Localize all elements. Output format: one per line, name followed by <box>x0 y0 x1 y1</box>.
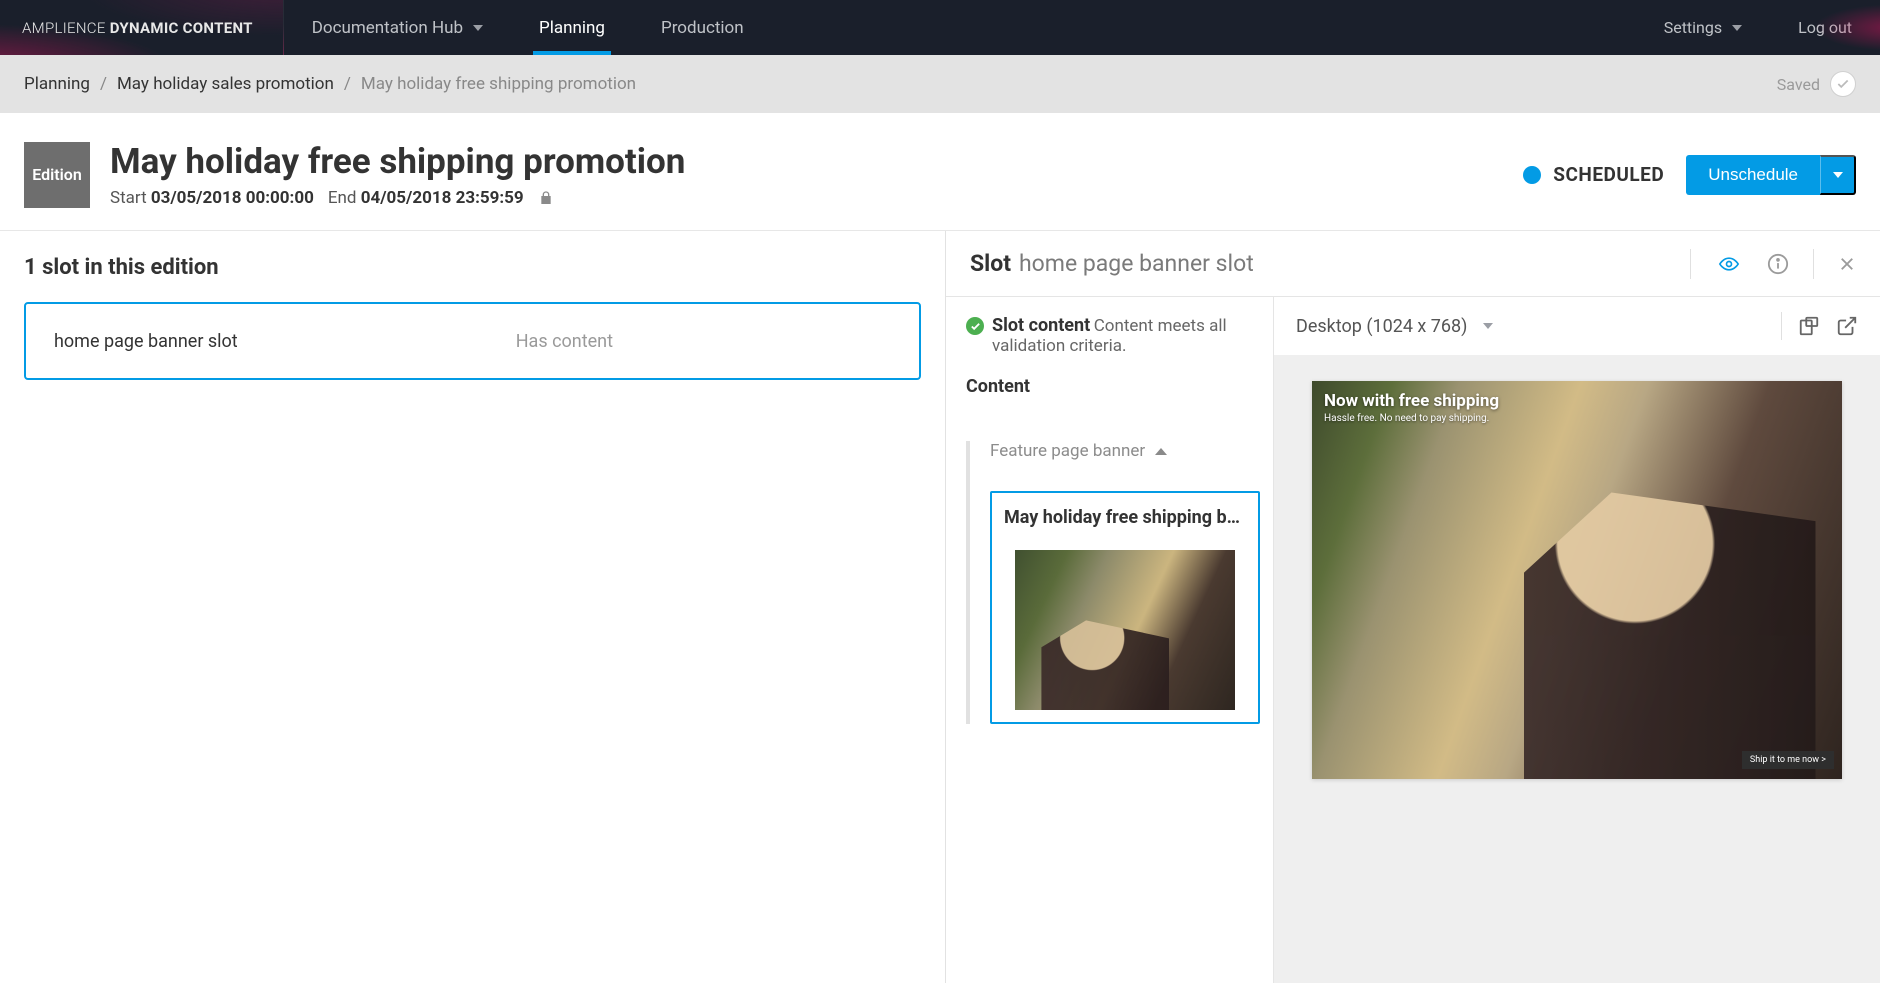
content-heading: Content <box>966 376 1253 397</box>
slot-body: Slot content Content meets all validatio… <box>946 297 1880 983</box>
end-label: End <box>328 188 357 208</box>
preview-pane: Desktop (1024 x 768) Now with free shipp… <box>1274 297 1880 983</box>
accordion-title: Feature page banner <box>990 441 1145 461</box>
brand-text: AMPLIENCE DYNAMIC CONTENT <box>22 19 253 37</box>
rotate-icon[interactable] <box>1798 315 1820 337</box>
nav-logout-label: Log out <box>1798 18 1852 37</box>
slot-row[interactable]: home page banner slot Has content <box>24 302 921 380</box>
preview-canvas: Now with free shipping Hassle free. No n… <box>1274 355 1880 983</box>
edition-header: Edition May holiday free shipping promot… <box>0 113 1880 231</box>
breadcrumb-sep: / <box>100 74 107 94</box>
nav-planning[interactable]: Planning <box>511 0 633 55</box>
breadcrumb-current: May holiday free shipping promotion <box>361 74 636 94</box>
edition-title: May holiday free shipping promotion <box>110 141 685 182</box>
end-value: 04/05/2018 23:59:59 <box>361 188 524 208</box>
divider <box>1813 249 1814 279</box>
nav-settings-label: Settings <box>1664 18 1722 37</box>
nav-production-label: Production <box>661 18 744 38</box>
status-dot-icon <box>1523 166 1541 184</box>
status-pill: SCHEDULED <box>1523 163 1664 186</box>
top-navigation: AMPLIENCE DYNAMIC CONTENT Documentation … <box>0 0 1880 55</box>
unschedule-dropdown[interactable] <box>1820 155 1856 195</box>
nav-settings[interactable]: Settings <box>1636 0 1770 55</box>
chevron-down-icon <box>1833 172 1843 178</box>
open-external-icon[interactable] <box>1836 315 1858 337</box>
brand-bold: DYNAMIC CONTENT <box>110 19 253 37</box>
unschedule-button[interactable]: Unschedule <box>1686 155 1820 195</box>
slot-header: Slot home page banner slot <box>946 231 1880 297</box>
edition-info: May holiday free shipping promotion Star… <box>110 141 685 208</box>
preview-toolbar: Desktop (1024 x 768) <box>1274 297 1880 355</box>
nav-items-left: Documentation Hub Planning Production <box>284 0 772 55</box>
chevron-up-icon <box>1155 448 1167 455</box>
start-label: Start <box>110 188 147 208</box>
close-icon[interactable] <box>1838 255 1856 273</box>
check-circle-icon <box>966 317 984 335</box>
saved-check-icon <box>1830 71 1856 97</box>
breadcrumb-planning[interactable]: Planning <box>24 74 90 94</box>
device-select-label: Desktop (1024 x 768) <box>1296 316 1467 337</box>
edition-status-actions: SCHEDULED Unschedule <box>1523 155 1856 195</box>
slot-status: Has content <box>516 331 613 352</box>
breadcrumb-bar: Planning / May holiday sales promotion /… <box>0 55 1880 113</box>
edition-badge: Edition <box>24 142 90 208</box>
slot-header-actions <box>1690 249 1856 279</box>
preview-cta: Ship it to me now > <box>1742 751 1834 769</box>
info-icon[interactable] <box>1767 253 1789 275</box>
slot-header-name: home page banner slot <box>1019 250 1254 277</box>
status-text: SCHEDULED <box>1553 163 1664 186</box>
preview-eye-icon[interactable] <box>1715 254 1743 274</box>
divider <box>1690 249 1691 279</box>
slots-pane: 1 slot in this edition home page banner … <box>0 231 946 983</box>
lock-icon <box>538 189 554 207</box>
content-card[interactable]: May holiday free shipping b… <box>990 491 1260 724</box>
slot-header-label: Slot <box>970 250 1011 277</box>
nav-doc-hub[interactable]: Documentation Hub <box>284 0 511 55</box>
start-value: 03/05/2018 00:00:00 <box>151 188 314 208</box>
content-accordion: Feature page banner May holiday free shi… <box>966 441 1253 724</box>
nav-doc-hub-label: Documentation Hub <box>312 18 463 38</box>
edition-dates: Start 03/05/2018 00:00:00 End 04/05/2018… <box>110 188 685 208</box>
preview-overlay-title: Now with free shipping <box>1324 391 1499 411</box>
slot-detail-pane: Slot home page banner slot <box>946 231 1880 983</box>
slot-name: home page banner slot <box>54 331 238 352</box>
chevron-down-icon <box>1483 323 1493 329</box>
preview-overlay-sub: Hassle free. No need to pay shipping. <box>1324 413 1489 424</box>
slot-content-status-title: Slot content <box>992 315 1090 336</box>
device-select[interactable]: Desktop (1024 x 768) <box>1296 316 1493 337</box>
saved-label: Saved <box>1777 75 1820 94</box>
main-content: 1 slot in this edition home page banner … <box>0 231 1880 983</box>
breadcrumb-event[interactable]: May holiday sales promotion <box>117 74 334 94</box>
breadcrumb-sep: / <box>344 74 351 94</box>
content-card-thumbnail <box>1015 550 1235 710</box>
nav-production[interactable]: Production <box>633 0 772 55</box>
content-card-title: May holiday free shipping b… <box>1004 507 1246 528</box>
unschedule-button-group: Unschedule <box>1686 155 1856 195</box>
slots-heading: 1 slot in this edition <box>24 255 921 280</box>
brand: AMPLIENCE DYNAMIC CONTENT <box>0 0 284 55</box>
nav-items-right: Settings Log out <box>1636 0 1880 55</box>
nav-planning-label: Planning <box>539 18 605 38</box>
slot-content-status: Slot content Content meets all validatio… <box>966 315 1253 356</box>
preview-image: Now with free shipping Hassle free. No n… <box>1312 381 1842 779</box>
chevron-down-icon <box>1732 25 1742 31</box>
brand-thin: AMPLIENCE <box>22 19 106 37</box>
accordion-header[interactable]: Feature page banner <box>990 441 1253 461</box>
chevron-down-icon <box>473 25 483 31</box>
slot-content-column: Slot content Content meets all validatio… <box>946 297 1274 983</box>
divider <box>1781 312 1782 340</box>
nav-logout[interactable]: Log out <box>1770 0 1880 55</box>
